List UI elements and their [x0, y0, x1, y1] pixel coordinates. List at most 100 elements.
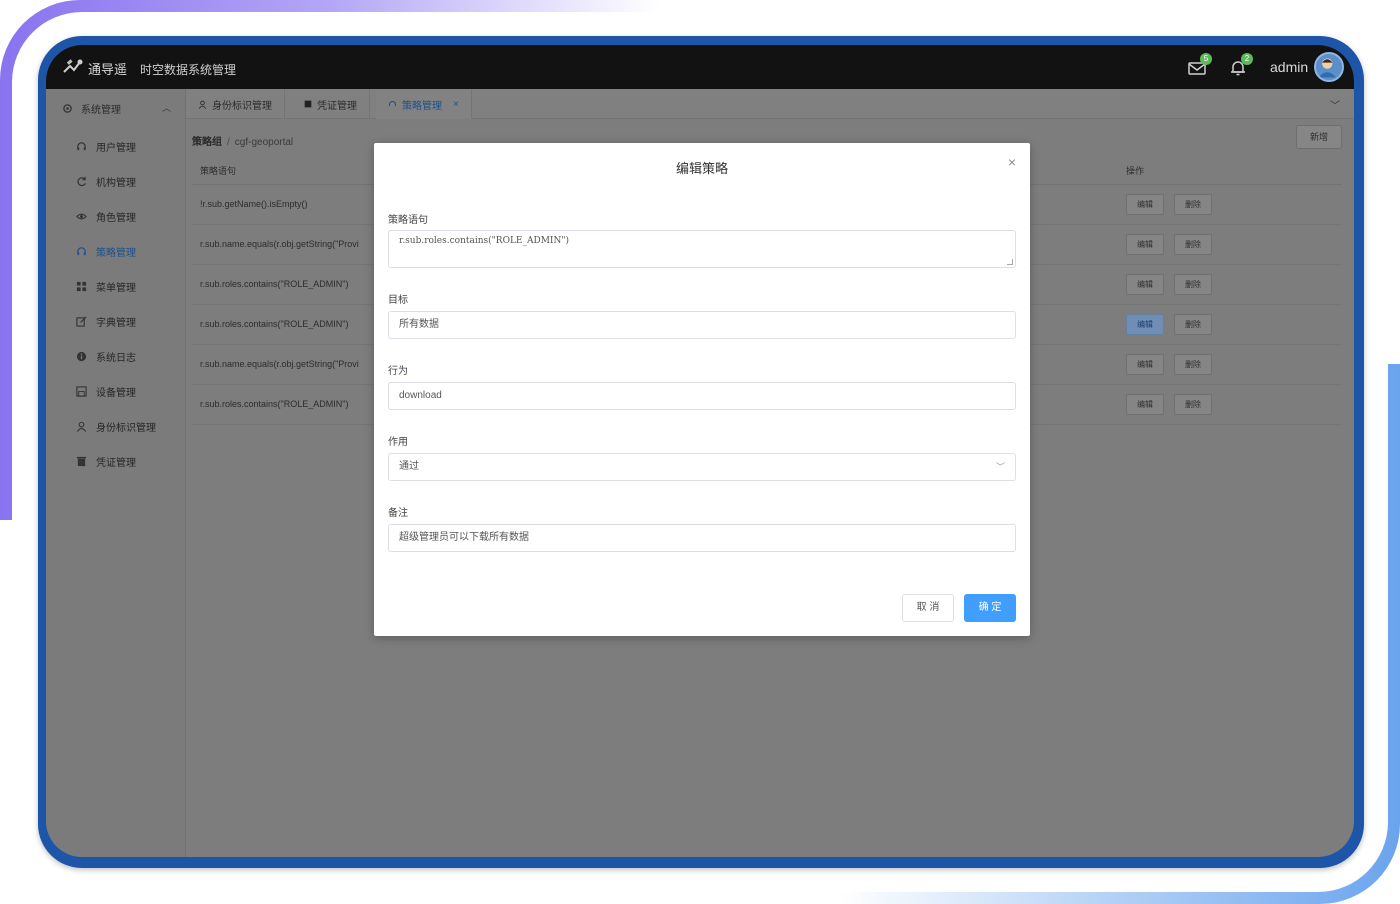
breadcrumb-root[interactable]: 策略组: [192, 137, 222, 148]
breadcrumb: 策略组 / cgf-geoportal: [192, 133, 293, 148]
mail-icon[interactable]: 5: [1188, 53, 1212, 77]
sidebar-item-orgs[interactable]: 机构管理: [76, 174, 136, 189]
action-label: 行为: [388, 366, 408, 377]
system-title: 时空数据系统管理: [140, 63, 237, 77]
target-label: 目标: [388, 295, 408, 306]
edit-icon: [76, 316, 87, 327]
refresh-icon: [77, 176, 86, 187]
row-statement: r.sub.name.equals(r.obj.getString("Provi: [200, 239, 359, 249]
sidebar-item-label: 角色管理: [96, 213, 136, 224]
sidebar: 系统管理 ︿ 用户管理 机构管理 角色管理 策略管理 菜单管理 字典管理 系统日…: [46, 89, 186, 857]
edit-policy-dialog: 编辑策略 × 策略语句 r.sub.roles.contains("ROLE_A…: [374, 143, 1030, 636]
statement-textarea[interactable]: r.sub.roles.contains("ROLE_ADMIN"): [388, 230, 1016, 268]
trash-icon: [304, 100, 312, 108]
bell-icon[interactable]: 2: [1229, 53, 1253, 77]
edit-button[interactable]: 编辑: [1126, 274, 1164, 295]
trash-icon: [76, 456, 87, 467]
sidebar-item-devices[interactable]: 设备管理: [76, 384, 136, 399]
sidebar-item-label: 设备管理: [96, 388, 136, 399]
sidebar-item-label: 字典管理: [96, 318, 136, 329]
delete-button[interactable]: 删除: [1174, 314, 1212, 335]
avatar[interactable]: [1314, 52, 1344, 82]
sidebar-item-menus[interactable]: 菜单管理: [76, 279, 136, 294]
sidebar-item-label: 菜单管理: [96, 283, 136, 294]
effect-label: 作用: [388, 437, 408, 448]
sidebar-item-policies[interactable]: 策略管理: [76, 244, 136, 259]
chevron-down-icon: ﹀: [995, 462, 1005, 472]
column-header-actions: 操作: [1126, 166, 1145, 176]
edit-button[interactable]: 编辑: [1126, 194, 1164, 215]
statement-value: r.sub.roles.contains("ROLE_ADMIN"): [399, 236, 570, 246]
sidebar-item-label: 身份标识管理: [96, 423, 156, 434]
edit-button[interactable]: 编辑: [1126, 354, 1164, 375]
brand-name: 通导遥: [88, 62, 128, 77]
sidebar-item-dictionary[interactable]: 字典管理: [76, 314, 136, 329]
sidebar-item-identity[interactable]: 身份标识管理: [76, 419, 156, 434]
user-icon: [198, 100, 207, 109]
breadcrumb-current: cgf-geoportal: [234, 137, 294, 148]
add-policy-button[interactable]: 新增: [1296, 125, 1342, 149]
target-input[interactable]: 所有数据: [388, 311, 1016, 339]
delete-button[interactable]: 删除: [1174, 354, 1212, 375]
chevron-up-icon: ︿: [162, 103, 172, 113]
save-icon: [76, 386, 87, 397]
remark-label: 备注: [388, 508, 408, 519]
cancel-button[interactable]: 取 消: [902, 594, 954, 622]
statement-label: 策略语句: [388, 215, 428, 226]
delete-button[interactable]: 删除: [1174, 234, 1212, 255]
remark-input[interactable]: 超级管理员可以下载所有数据: [388, 524, 1016, 552]
confirm-button[interactable]: 确 定: [964, 594, 1016, 622]
top-header: 通导遥 时空数据系统管理 5 2 admin: [46, 45, 1354, 89]
edit-button[interactable]: 编辑: [1126, 234, 1164, 255]
eye-icon: [76, 213, 87, 220]
delete-button[interactable]: 删除: [1174, 394, 1212, 415]
sidebar-item-label: 机构管理: [96, 178, 136, 189]
tab-policies[interactable]: 策略管理 ×: [376, 89, 472, 119]
tab-label: 策略管理: [402, 100, 442, 112]
resize-grip-icon[interactable]: [1007, 259, 1013, 265]
delete-button[interactable]: 删除: [1174, 194, 1212, 215]
tab-label: 凭证管理: [317, 100, 357, 112]
edit-button[interactable]: 编辑: [1126, 314, 1164, 335]
tab-identity[interactable]: 身份标识管理: [186, 89, 285, 119]
effect-value: 通过: [399, 461, 419, 472]
sidebar-group-system[interactable]: 系统管理 ︿: [62, 101, 171, 116]
edit-button[interactable]: 编辑: [1126, 394, 1164, 415]
dialog-title: 编辑策略: [675, 161, 728, 176]
row-statement: r.sub.roles.contains("ROLE_ADMIN"): [200, 319, 349, 329]
info-icon: [76, 351, 87, 362]
headset-icon: [77, 142, 86, 151]
headset-icon: [388, 100, 397, 106]
action-value: download: [399, 390, 442, 401]
chevron-down-icon[interactable]: ﹀: [1330, 97, 1340, 112]
row-statement: r.sub.roles.contains("ROLE_ADMIN"): [200, 279, 349, 289]
sidebar-group-label: 系统管理: [81, 105, 121, 116]
effect-select[interactable]: 通过 ﹀: [388, 453, 1016, 481]
app-screen: 通导遥 时空数据系统管理 5 2 admin 系统管理 ︿ 用户管理 机构管理 …: [46, 45, 1354, 857]
action-input[interactable]: download: [388, 382, 1016, 410]
sidebar-item-roles[interactable]: 角色管理: [76, 209, 136, 224]
grid-icon: [76, 281, 87, 292]
mail-badge: 5: [1200, 53, 1212, 65]
username-label[interactable]: admin: [1270, 59, 1308, 75]
sidebar-item-label: 系统日志: [96, 353, 136, 364]
sidebar-item-logs[interactable]: 系统日志: [76, 349, 136, 364]
close-icon[interactable]: ×: [1008, 154, 1016, 170]
breadcrumb-separator: /: [227, 137, 230, 148]
sidebar-item-label: 策略管理: [96, 248, 136, 259]
sidebar-item-label: 凭证管理: [96, 458, 136, 469]
gear-icon: [63, 104, 72, 113]
sidebar-item-users[interactable]: 用户管理: [76, 139, 136, 154]
column-header-statement: 策略语句: [200, 166, 237, 176]
satellite-logo-icon: [63, 59, 83, 73]
tab-bar: 身份标识管理 凭证管理 策略管理 × ﹀: [186, 89, 1354, 119]
tab-close-icon[interactable]: ×: [453, 99, 459, 110]
row-statement: r.sub.name.equals(r.obj.getString("Provi: [200, 359, 359, 369]
sidebar-item-credentials[interactable]: 凭证管理: [76, 454, 136, 469]
tab-label: 身份标识管理: [212, 100, 272, 112]
user-icon: [76, 421, 87, 432]
device-frame: 通导遥 时空数据系统管理 5 2 admin 系统管理 ︿ 用户管理 机构管理 …: [38, 36, 1364, 868]
headset-icon: [77, 247, 86, 256]
delete-button[interactable]: 删除: [1174, 274, 1212, 295]
tab-credentials[interactable]: 凭证管理: [292, 89, 370, 119]
